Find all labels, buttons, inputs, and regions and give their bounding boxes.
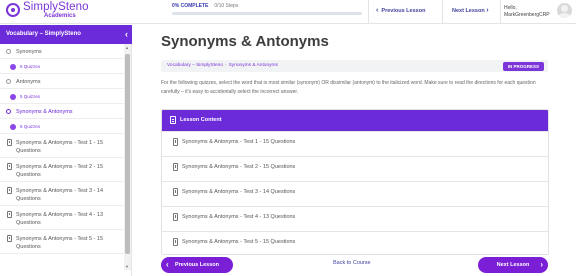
sidebar-scrollbar[interactable]: ▲ ▼: [124, 44, 131, 270]
top-next-lesson-link[interactable]: Next Lesson ›: [452, 7, 489, 14]
status-badge: IN PROGRESS: [502, 62, 544, 71]
progress-steps: 0/10 Steps: [214, 3, 239, 9]
chevron-left-icon: ‹: [166, 260, 169, 269]
logo-subtitle: Academics: [44, 13, 76, 19]
sidebar-quiz-count[interactable]: 5 Quizzes: [0, 119, 124, 134]
quiz-icon: [173, 188, 178, 196]
course-progress: 0% COMPLETE 0/10 Steps: [172, 3, 362, 15]
sidebar-quiz-item[interactable]: Synonyms & Antonyms - Test 2 - 15 Questi…: [0, 158, 124, 182]
quiz-dot-icon: [10, 94, 16, 100]
logo-icon: [6, 3, 20, 17]
breadcrumb-link-lesson[interactable]: Synonyms & Antonyms: [229, 63, 278, 68]
breadcrumb: Vocabulary – SimplySteno › Synonyms & Anto…: [167, 63, 278, 68]
next-lesson-button[interactable]: Next Lesson ›: [478, 257, 548, 273]
breadcrumb-link-course[interactable]: Vocabulary – SimplySteno: [167, 63, 223, 68]
sidebar-item-synonyms-antonyms[interactable]: Synonyms & Antonyms: [0, 104, 124, 119]
progress-bar: [172, 12, 362, 15]
quiz-dot-icon: [10, 64, 16, 70]
quiz-icon: [173, 138, 178, 146]
sidebar-list: Synonyms 5 Quizzes Antonyms 5 Quizzes Sy…: [0, 44, 124, 270]
app-window: SimplySteno Academics 0% COMPLETE 0/10 St…: [0, 0, 576, 276]
document-icon: [170, 116, 176, 124]
sidebar-quiz-count[interactable]: 5 Quizzes: [0, 59, 124, 74]
collapse-sidebar-icon[interactable]: ‹: [125, 29, 128, 39]
divider: [442, 0, 443, 24]
previous-lesson-button[interactable]: ‹ Previous Lesson: [161, 257, 233, 273]
lesson-content-header: Lesson Content: [162, 110, 548, 131]
top-bar: SimplySteno Academics 0% COMPLETE 0/10 St…: [0, 0, 576, 24]
quiz-icon: [173, 238, 178, 246]
quiz-icon: [7, 211, 12, 218]
status-circle-icon: [6, 79, 11, 84]
user-greeting[interactable]: Hello, MarkGreenbergCRP: [504, 5, 550, 18]
sidebar-item-synonyms[interactable]: Synonyms: [0, 44, 124, 59]
divider: [500, 0, 501, 24]
breadcrumb-separator-icon: ›: [225, 63, 227, 68]
scrollbar-thumb[interactable]: [125, 54, 130, 254]
quiz-icon: [7, 139, 12, 146]
sidebar-header: Vocabulary – SimplySteno ‹: [0, 25, 132, 44]
quiz-icon: [173, 213, 178, 221]
status-circle-icon: [6, 109, 11, 114]
main-content: Synonyms & Antonyms Vocabulary – SimplyS…: [133, 25, 576, 276]
chevron-right-icon: ›: [540, 260, 543, 269]
quiz-icon: [7, 235, 12, 242]
sidebar-quiz-count[interactable]: 5 Quizzes: [0, 89, 124, 104]
lesson-content-item[interactable]: Synonyms & Antonyms - Test 4 - 13 Questi…: [162, 206, 548, 227]
back-to-course-link[interactable]: Back to Course: [333, 260, 371, 266]
lesson-intro: For the following quizzes, select the wo…: [161, 80, 536, 95]
chevron-left-icon: ‹: [376, 7, 379, 14]
chevron-right-icon: ›: [486, 7, 489, 14]
avatar[interactable]: [557, 3, 572, 18]
lesson-content-card: Lesson Content Synonyms & Antonyms - Tes…: [161, 109, 549, 255]
quiz-dot-icon: [10, 124, 16, 130]
scroll-down-icon[interactable]: ▼: [125, 264, 129, 269]
top-previous-lesson-link[interactable]: ‹ Previous Lesson: [376, 7, 425, 14]
status-circle-icon: [6, 49, 11, 54]
user-name: MarkGreenbergCRP: [504, 11, 550, 18]
lesson-content-item[interactable]: Synonyms & Antonyms - Test 3 - 14 Questi…: [162, 181, 548, 202]
quiz-icon: [173, 163, 178, 171]
logo-name: SimplySteno: [23, 1, 89, 13]
lesson-content-item[interactable]: Synonyms & Antonyms - Test 1 - 15 Questi…: [162, 131, 548, 152]
sidebar-quiz-item[interactable]: Synonyms & Antonyms - Test 5 - 15 Questi…: [0, 230, 124, 254]
lesson-content-item[interactable]: Synonyms & Antonyms - Test 5 - 15 Questi…: [162, 231, 548, 252]
quiz-icon: [7, 163, 12, 170]
sidebar-title: Vocabulary – SimplySteno: [6, 31, 81, 37]
course-sidebar: Vocabulary – SimplySteno ‹ Synonyms 5 Qu…: [0, 25, 132, 276]
sidebar-quiz-item[interactable]: Synonyms & Antonyms - Test 3 - 14 Questi…: [0, 182, 124, 206]
breadcrumb-bar: Vocabulary – SimplySteno › Synonyms & Anto…: [161, 60, 548, 72]
sidebar-item-antonyms[interactable]: Antonyms: [0, 74, 124, 89]
divider: [368, 0, 369, 24]
logo[interactable]: SimplySteno Academics: [6, 1, 132, 22]
progress-percent: 0% COMPLETE: [172, 3, 209, 9]
sidebar-quiz-item[interactable]: Synonyms & Antonyms - Test 1 - 15 Questi…: [0, 134, 124, 158]
page-title: Synonyms & Antonyms: [161, 33, 329, 50]
lesson-content-item[interactable]: Synonyms & Antonyms - Test 2 - 15 Questi…: [162, 156, 548, 177]
scroll-up-icon[interactable]: ▲: [125, 45, 129, 50]
sidebar-quiz-item[interactable]: Synonyms & Antonyms - Test 4 - 13 Questi…: [0, 206, 124, 230]
quiz-icon: [7, 187, 12, 194]
